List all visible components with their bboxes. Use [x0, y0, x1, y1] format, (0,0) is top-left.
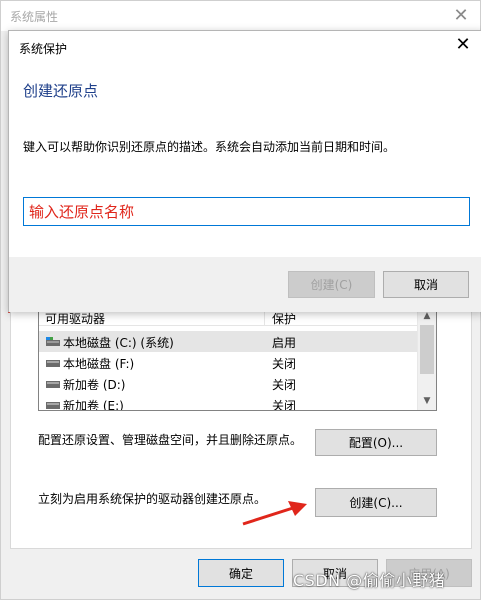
drive-name: 本地磁盘 (F:)	[63, 357, 135, 371]
drive-row[interactable]: 本地磁盘 (C:) (系统) 启用	[39, 331, 417, 352]
dialog-title: 系统保护	[19, 42, 68, 56]
scroll-down-arrow-icon[interactable]: ▼	[418, 393, 436, 410]
configure-description: 配置还原设置、管理磁盘空间，并且删除还原点。	[38, 433, 303, 447]
drive-name: 新加卷 (E:)	[63, 399, 124, 411]
create-restore-point-button[interactable]: 创建(C)...	[315, 488, 437, 517]
drive-protection-state: 启用	[272, 336, 297, 350]
drive-protection-state: 关闭	[272, 357, 297, 371]
hard-drive-icon	[46, 360, 60, 367]
dialog-footer: 创建(C) 取消	[9, 257, 481, 312]
dialog-titlebar: 系统保护 ✕	[9, 31, 481, 60]
drive-protection-state: 关闭	[272, 399, 297, 411]
annotation-arrow-icon	[242, 501, 307, 526]
system-properties-title: 系统属性	[10, 10, 59, 24]
drive-name: 新加卷 (D:)	[63, 378, 126, 392]
hard-drive-icon	[46, 381, 60, 388]
drives-scrollbar[interactable]: ▲ ▼	[417, 308, 436, 410]
system-properties-titlebar: 系统属性 ✕	[1, 1, 480, 31]
drive-name: 本地磁盘 (C:) (系统)	[63, 336, 174, 350]
dialog-cancel-button[interactable]: 取消	[383, 271, 469, 298]
column-header-drive[interactable]: 可用驱动器	[45, 310, 105, 327]
dialog-heading: 创建还原点	[23, 82, 99, 100]
configure-button[interactable]: 配置(O)...	[315, 429, 437, 456]
column-header-protection[interactable]: 保护	[272, 310, 296, 327]
dialog-create-button[interactable]: 创建(C)	[288, 271, 375, 298]
dialog-description: 键入可以帮助你识别还原点的描述。系统会自动添加当前日期和时间。	[23, 140, 396, 154]
drive-row[interactable]: 本地磁盘 (F:) 关闭	[39, 352, 417, 373]
system-drive-icon	[46, 337, 60, 346]
ok-button[interactable]: 确定	[198, 559, 284, 587]
hard-drive-icon	[46, 402, 60, 409]
scroll-thumb[interactable]	[420, 325, 434, 374]
drive-protection-state: 关闭	[272, 378, 297, 392]
watermark: CSDN @偷偷小野猪	[293, 571, 446, 590]
system-protection-dialog: 系统保护 ✕ 创建还原点 键入可以帮助你识别还原点的描述。系统会自动添加当前日期…	[8, 30, 481, 312]
close-icon[interactable]: ✕	[453, 35, 473, 55]
create-description: 立刻为启用系统保护的驱动器创建还原点。	[38, 492, 267, 506]
drives-list[interactable]: 可用驱动器 保护 本地磁盘 (C:) (系统) 启用 本地磁盘 (F:) 关闭	[38, 307, 437, 411]
restore-point-name-input[interactable]: 输入还原点名称	[23, 197, 470, 226]
drive-row[interactable]: 新加卷 (E:) 关闭	[39, 394, 417, 411]
drive-row[interactable]: 新加卷 (D:) 关闭	[39, 373, 417, 394]
close-icon[interactable]: ✕	[450, 5, 472, 27]
